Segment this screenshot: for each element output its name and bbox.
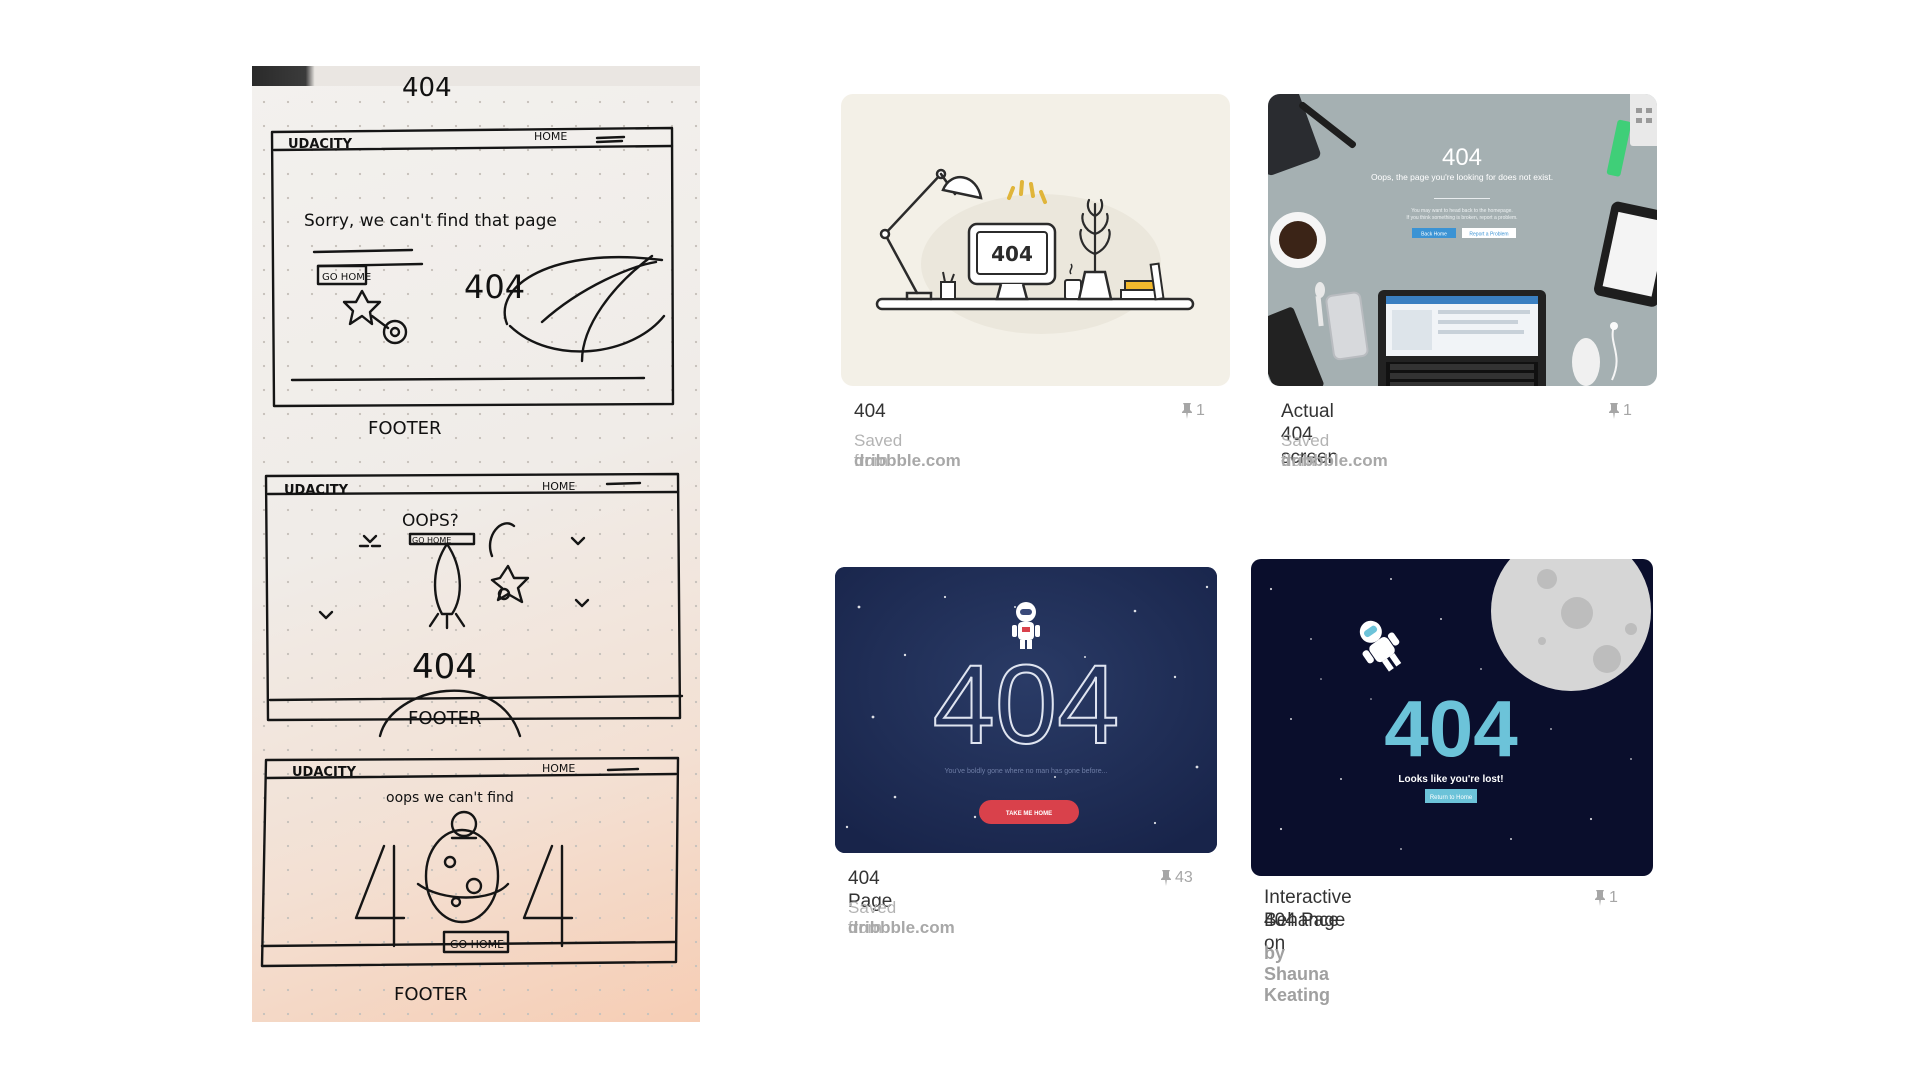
thumb3-take-me-home-button: TAKE ME HOME [1006, 811, 1052, 817]
sketch-frame1-button: GO HOME [322, 272, 371, 283]
sketch-frame2-code: 404 [412, 647, 477, 687]
moon-icon [1491, 559, 1651, 691]
pin-count[interactable]: 1 [1594, 889, 1618, 907]
sketch-frame1-nav: HOME [534, 130, 567, 143]
thumb2-subline1: You may want to head back to the homepag… [1411, 208, 1513, 214]
thumb2-subline2: If you think something is broken, report… [1406, 215, 1517, 221]
sketch-frame2-button: GO HOME [412, 536, 451, 545]
sketch-frame2-nav: HOME [542, 480, 575, 493]
pin-image-flatlay-404[interactable]: 404 Oops, the page you're looking for do… [1268, 94, 1657, 386]
thumb2-back-home-button: Back Home [1421, 232, 1447, 238]
pin-count-value: 1 [1609, 889, 1618, 906]
thumb4-message: Looks like you're lost! [1398, 774, 1503, 785]
thumb3-message: You've boldly gone where no man has gone… [945, 768, 1108, 775]
sketch-frame1-footer: FOOTER [368, 418, 442, 439]
sketch-frame2-headline: OOPS? [402, 511, 459, 531]
sketch-frame1-logo: UDACITY [288, 137, 353, 152]
thumb4-return-home-button: Return to Home [1430, 795, 1473, 801]
saved-source-link[interactable]: dribbble.com [848, 918, 955, 938]
thumb2-404-text: 404 [1442, 144, 1482, 171]
sketch-title: 404 [402, 73, 452, 103]
pushpin-icon [1182, 403, 1192, 419]
pin-author-byline[interactable]: by Shauna Keating [1264, 943, 1330, 1006]
sketch-frame3-nav: HOME [542, 762, 575, 775]
pin-count[interactable]: 1 [1181, 402, 1205, 420]
astronaut-icon [1359, 620, 1402, 672]
thumb1-404-text: 404 [991, 242, 1033, 266]
pin-count-value: 43 [1175, 869, 1193, 886]
sketch-frame1-headline: Sorry, we can't find that page [304, 211, 557, 231]
sketch-frame3-button: GO HOME [450, 938, 504, 951]
sketch-frame3-footer: FOOTER [394, 984, 468, 1005]
thumb2-message: Oops, the page you're looking for does n… [1371, 172, 1553, 182]
pin-title[interactable]: 404 [854, 400, 886, 423]
pin-image-moon-404[interactable]: 404 Looks like you're lost! Return to Ho… [1251, 559, 1653, 876]
thumb4-404-text: 404 [1384, 684, 1518, 773]
thumb2-report-button: Report a Problem [1469, 232, 1508, 238]
sketch-frame3-logo: UDACITY [292, 765, 357, 780]
pin-count-value: 1 [1623, 402, 1632, 419]
pushpin-icon [1161, 870, 1171, 886]
pin-image-desk-404[interactable]: 404 [841, 94, 1230, 386]
pin-count[interactable]: 43 [1160, 869, 1193, 887]
pushpin-icon [1609, 403, 1619, 419]
wireframe-sketch-photo: 404 UDACITY HOME Sorry, we can't find th… [252, 66, 700, 1022]
sketch-frame2-logo: UDACITY [284, 483, 349, 498]
pushpin-icon [1595, 890, 1605, 906]
thumb3-404-text: 404 [933, 642, 1120, 767]
sketch-frame1-code: 404 [464, 268, 525, 306]
pin-image-astronaut-404[interactable]: 404 You've boldly gone where no man has … [835, 567, 1217, 853]
pin-title-line2[interactable]: Behance [1264, 909, 1339, 932]
saved-source-link[interactable]: dribbble.com [854, 451, 961, 471]
sketch-frame3-headline: oops we can't find [386, 790, 514, 806]
pin-count-value: 1 [1196, 402, 1205, 419]
saved-source-link[interactable]: dribbble.com [1281, 451, 1388, 471]
sketch-frame2-footer: FOOTER [408, 708, 482, 729]
sketch-drawing: 404 UDACITY HOME Sorry, we can't find th… [260, 73, 684, 1005]
pin-count[interactable]: 1 [1608, 402, 1632, 420]
